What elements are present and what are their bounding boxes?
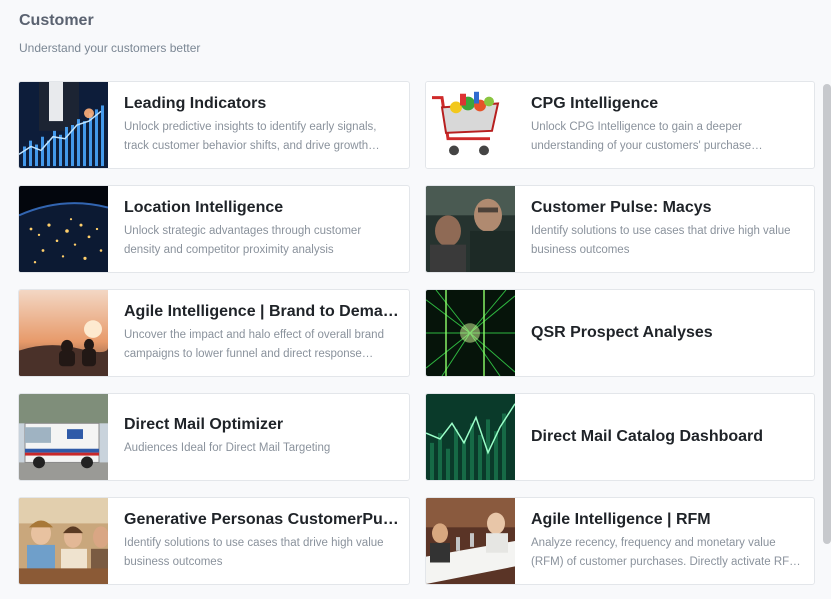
card-customer-pulse-macys[interactable]: Customer Pulse: Macys Identify solutions… [425, 185, 815, 273]
sunset-silhouette-image [19, 290, 108, 376]
card-title: Customer Pulse: Macys [531, 198, 712, 216]
card-generative-personas[interactable]: Generative Personas CustomerPulse Identi… [18, 497, 410, 585]
card-description: Unlock predictive insights to identify e… [124, 120, 380, 152]
earth-night-image [19, 186, 108, 272]
card-grid: Leading Indicators Unlock predictive ins… [18, 81, 815, 585]
growth-chart-image [19, 82, 108, 168]
page-title: Customer [19, 12, 94, 29]
scrollbar[interactable] [823, 84, 831, 544]
card-description: Audiences Ideal for Direct Mail Targetin… [124, 442, 331, 454]
card-agile-rfm[interactable]: Agile Intelligence | RFM Analyze recency… [425, 497, 815, 585]
green-stock-chart-image [426, 394, 515, 480]
card-description: Analyze recency, frequency and monetary … [531, 536, 801, 568]
green-data-lines-image [426, 290, 515, 376]
card-title: Agile Intelligence | RFM [531, 510, 711, 528]
card-description: Unlock strategic advantages through cust… [124, 224, 362, 256]
friends-cafe-image [19, 498, 108, 584]
card-cpg-intelligence[interactable]: CPG Intelligence Unlock CPG Intelligence… [425, 81, 815, 169]
card-title: Direct Mail Catalog Dashboard [531, 428, 764, 445]
card-title: Agile Intelligence | Brand to Demand … [124, 302, 399, 320]
card-description: Identify solutions to use cases that dri… [531, 224, 791, 256]
card-title: Leading Indicators [124, 94, 267, 112]
card-title: Location Intelligence [124, 198, 284, 216]
card-direct-mail-catalog-dashboard[interactable]: Direct Mail Catalog Dashboard [425, 393, 815, 481]
restaurant-table-image [426, 498, 515, 584]
card-title: Direct Mail Optimizer [124, 416, 284, 433]
card-description: Unlock CPG Intelligence to gain a deeper… [531, 120, 763, 152]
people-talking-image [426, 186, 515, 272]
card-title: QSR Prospect Analyses [531, 324, 713, 341]
card-title: CPG Intelligence [531, 94, 659, 112]
mail-truck-image [19, 394, 108, 480]
card-agile-brand-to-demand[interactable]: Agile Intelligence | Brand to Demand … U… [18, 289, 410, 377]
card-description: Uncover the impact and halo effect of ov… [124, 328, 384, 360]
card-title: Generative Personas CustomerPulse [124, 510, 399, 528]
card-direct-mail-optimizer[interactable]: Direct Mail Optimizer Audiences Ideal fo… [18, 393, 410, 481]
page-header: Customer Understand your customers bette… [19, 12, 200, 55]
card-location-intelligence[interactable]: Location Intelligence Unlock strategic a… [18, 185, 410, 273]
card-qsr-prospect-analyses[interactable]: QSR Prospect Analyses [425, 289, 815, 377]
card-description: Identify solutions to use cases that dri… [124, 536, 384, 568]
shopping-cart-image [426, 82, 515, 168]
page-subtitle: Understand your customers better [19, 41, 201, 55]
card-leading-indicators[interactable]: Leading Indicators Unlock predictive ins… [18, 81, 410, 169]
